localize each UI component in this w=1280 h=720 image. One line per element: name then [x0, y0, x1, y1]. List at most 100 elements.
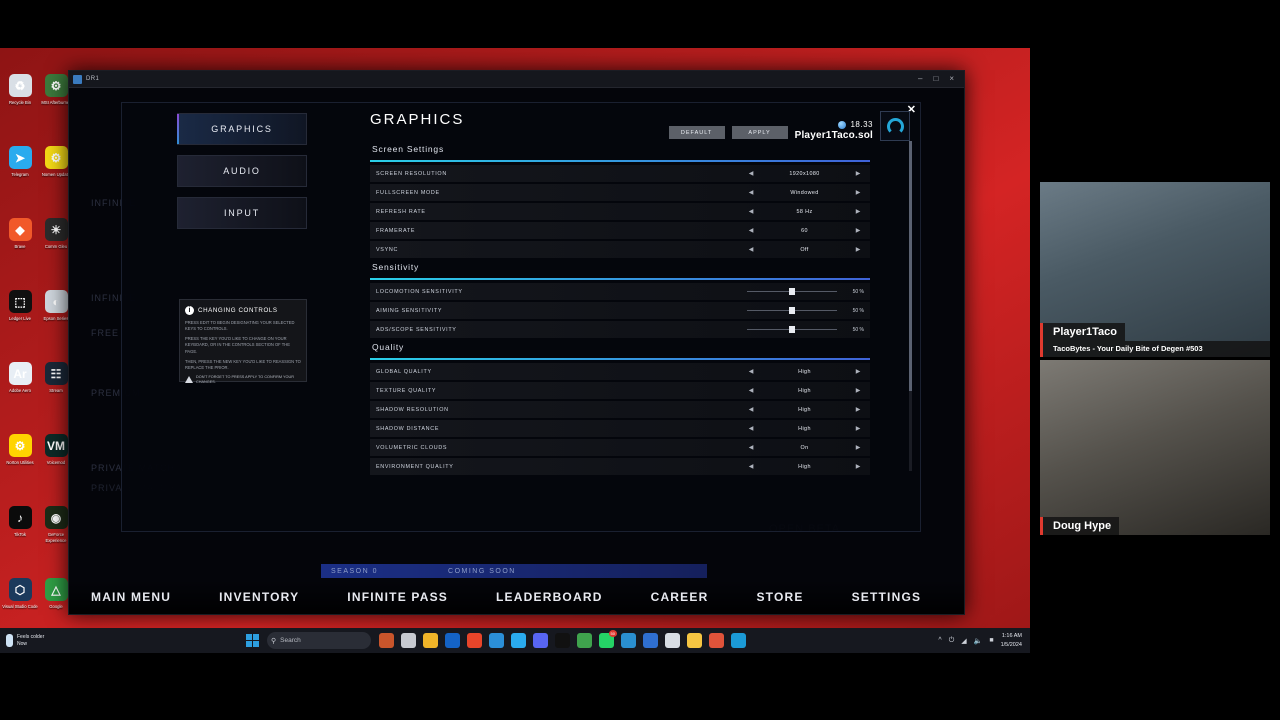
game-nav-main-menu[interactable]: MAIN MENU: [91, 590, 171, 604]
avatar[interactable]: [880, 111, 910, 141]
stepper-right-arrow[interactable]: ▶: [852, 170, 864, 177]
desktop-icon-brave[interactable]: ◆ Brave: [2, 214, 38, 286]
settings-overlay: ✕ GRAPHICS AUDIO INPUT i CHANGING CONTROLS…: [121, 102, 921, 532]
system-tray: ^ ⏻ ◢ 🔈 ■ 1:16 AM 1/5/2024: [938, 632, 1022, 649]
game-nav-infinite-pass[interactable]: INFINITE PASS: [347, 590, 448, 604]
stepper-right-arrow[interactable]: ▶: [852, 387, 864, 394]
stepper-right-arrow[interactable]: ▶: [852, 406, 864, 413]
setting-label: VOLUMETRIC CLOUDS: [376, 444, 448, 451]
game-bottom-nav: MAIN MENU INVENTORY INFINITE PASS LEADERBOA…: [69, 580, 964, 614]
game-nav-settings[interactable]: SETTINGS: [852, 590, 922, 604]
slider-knob[interactable]: [789, 307, 795, 314]
slider-control[interactable]: 50 %: [747, 288, 864, 295]
battery-icon[interactable]: ■: [989, 637, 993, 644]
taskbar-clock[interactable]: 1:16 AM 1/5/2024: [1001, 632, 1022, 649]
stepper-left-arrow[interactable]: ◀: [745, 170, 757, 177]
stepper-right-arrow[interactable]: ▶: [852, 208, 864, 215]
slider-knob[interactable]: [789, 288, 795, 295]
steam-icon[interactable]: [731, 633, 746, 648]
game-nav-inventory[interactable]: INVENTORY: [219, 590, 299, 604]
telegram-icon: ➤: [8, 146, 32, 169]
snipping-tool-icon[interactable]: [665, 633, 680, 648]
telegram-icon[interactable]: [511, 633, 526, 648]
slider-track[interactable]: [747, 326, 837, 333]
desktop-icon-telegram[interactable]: ➤ Telegram: [2, 142, 38, 214]
volume-icon[interactable]: 🔈: [974, 637, 983, 645]
stepper-left-arrow[interactable]: ◀: [745, 246, 757, 253]
stepper-left-arrow[interactable]: ◀: [745, 463, 757, 470]
brave-icon[interactable]: [467, 633, 482, 648]
stepper-control: ◀ Windowed ▶: [745, 189, 864, 197]
stepper-control: ◀ Off ▶: [745, 246, 864, 254]
stepper-control: ◀ 1920x1080 ▶: [745, 170, 864, 178]
slider-value: 50 %: [852, 288, 864, 295]
webcam-player1taco: Player1Taco TacoBytes - Your Daily Bite …: [1040, 182, 1270, 357]
search-input[interactable]: ⚲ Search: [267, 632, 371, 649]
notepad-icon[interactable]: [687, 633, 702, 648]
taskbar-apps: ⚲ Search 50: [246, 630, 746, 649]
desktop-icon-label: Telegram: [11, 172, 29, 177]
game-window: DR1 – □ × INFINITE INFINITE FREE PREMIUM…: [68, 70, 965, 615]
desktop-icon-recycle-bin[interactable]: ♻ Recycle Bin: [2, 70, 38, 142]
discord-icon[interactable]: [533, 633, 548, 648]
vscode-icon[interactable]: [489, 633, 504, 648]
stepper-right-arrow[interactable]: ▶: [852, 227, 864, 234]
chevron-up-icon[interactable]: ^: [938, 637, 941, 644]
maximize-button[interactable]: □: [933, 75, 938, 83]
scrollbar-thumb[interactable]: [909, 141, 912, 391]
stepper-left-arrow[interactable]: ◀: [745, 208, 757, 215]
stepper-left-arrow[interactable]: ◀: [745, 387, 757, 394]
stepper-left-arrow[interactable]: ◀: [745, 189, 757, 196]
obs-icon[interactable]: [643, 633, 658, 648]
game-nav-career[interactable]: CAREER: [651, 590, 709, 604]
setting-value: High: [798, 368, 811, 375]
stepper-left-arrow[interactable]: ◀: [745, 425, 757, 432]
chrome-icon[interactable]: [577, 633, 592, 648]
section-title-1: Sensitivity: [372, 262, 420, 272]
microphone-icon[interactable]: ⏻: [949, 637, 955, 645]
desktop-icon-ledger-live[interactable]: ⬚ Ledger Live: [2, 286, 38, 358]
stepper-left-arrow[interactable]: ◀: [745, 227, 757, 234]
desktop-icon-adobe-aero[interactable]: Ar Adobe Aero: [2, 358, 38, 430]
slider-track[interactable]: [747, 288, 837, 295]
stepper-control: ◀ High ▶: [745, 463, 864, 471]
stepper-left-arrow[interactable]: ◀: [745, 406, 757, 413]
taskview-icon[interactable]: [379, 633, 394, 648]
close-window-button[interactable]: ×: [949, 75, 954, 83]
settings-tab-audio[interactable]: AUDIO: [177, 155, 307, 187]
stepper-right-arrow[interactable]: ▶: [852, 444, 864, 451]
comm-gleu-icon: ☀: [44, 218, 68, 241]
stepper-right-arrow[interactable]: ▶: [852, 425, 864, 432]
outlook-icon[interactable]: [445, 633, 460, 648]
stepper-right-arrow[interactable]: ▶: [852, 189, 864, 196]
slider-track[interactable]: [747, 307, 837, 314]
slider-control[interactable]: 50 %: [747, 326, 864, 333]
chrome-icon-2[interactable]: [709, 633, 724, 648]
stepper-right-arrow[interactable]: ▶: [852, 368, 864, 375]
stepper-right-arrow[interactable]: ▶: [852, 463, 864, 470]
wifi-icon[interactable]: ◢: [961, 637, 966, 645]
stepper-left-arrow[interactable]: ◀: [745, 444, 757, 451]
settings-scrollbar[interactable]: [909, 141, 912, 471]
desktop-icon-tiktok[interactable]: ♪ TikTok: [2, 502, 38, 574]
slider-control[interactable]: 50 %: [747, 307, 864, 314]
settings-tab-graphics[interactable]: GRAPHICS: [177, 113, 307, 145]
weather-widget[interactable]: Feels colder Now: [0, 634, 110, 648]
game-nav-store[interactable]: STORE: [756, 590, 803, 604]
game-nav-leaderboard[interactable]: LEADERBOARD: [496, 590, 603, 604]
whatsapp-icon[interactable]: 50: [599, 630, 617, 648]
store-icon[interactable]: [621, 633, 636, 648]
desktop-icon-norton-utilities[interactable]: ⚙ Norton Utilities: [2, 430, 38, 502]
info-paragraph-3: THEN, PRESS THE NEW KEY YOU'D LIKE TO RE…: [185, 358, 301, 370]
stepper-right-arrow[interactable]: ▶: [852, 246, 864, 253]
minimize-button[interactable]: –: [918, 75, 922, 83]
stepper-left-arrow[interactable]: ◀: [745, 368, 757, 375]
tiktok-icon[interactable]: [555, 633, 570, 648]
settings-tab-input[interactable]: INPUT: [177, 197, 307, 229]
explorer-window-icon[interactable]: [401, 633, 416, 648]
windows-start-icon[interactable]: [246, 634, 259, 647]
slider-knob[interactable]: [789, 326, 795, 333]
file-explorer-icon[interactable]: [423, 633, 438, 648]
stepper-control: ◀ High ▶: [745, 387, 864, 395]
window-title: DR1: [86, 76, 100, 82]
